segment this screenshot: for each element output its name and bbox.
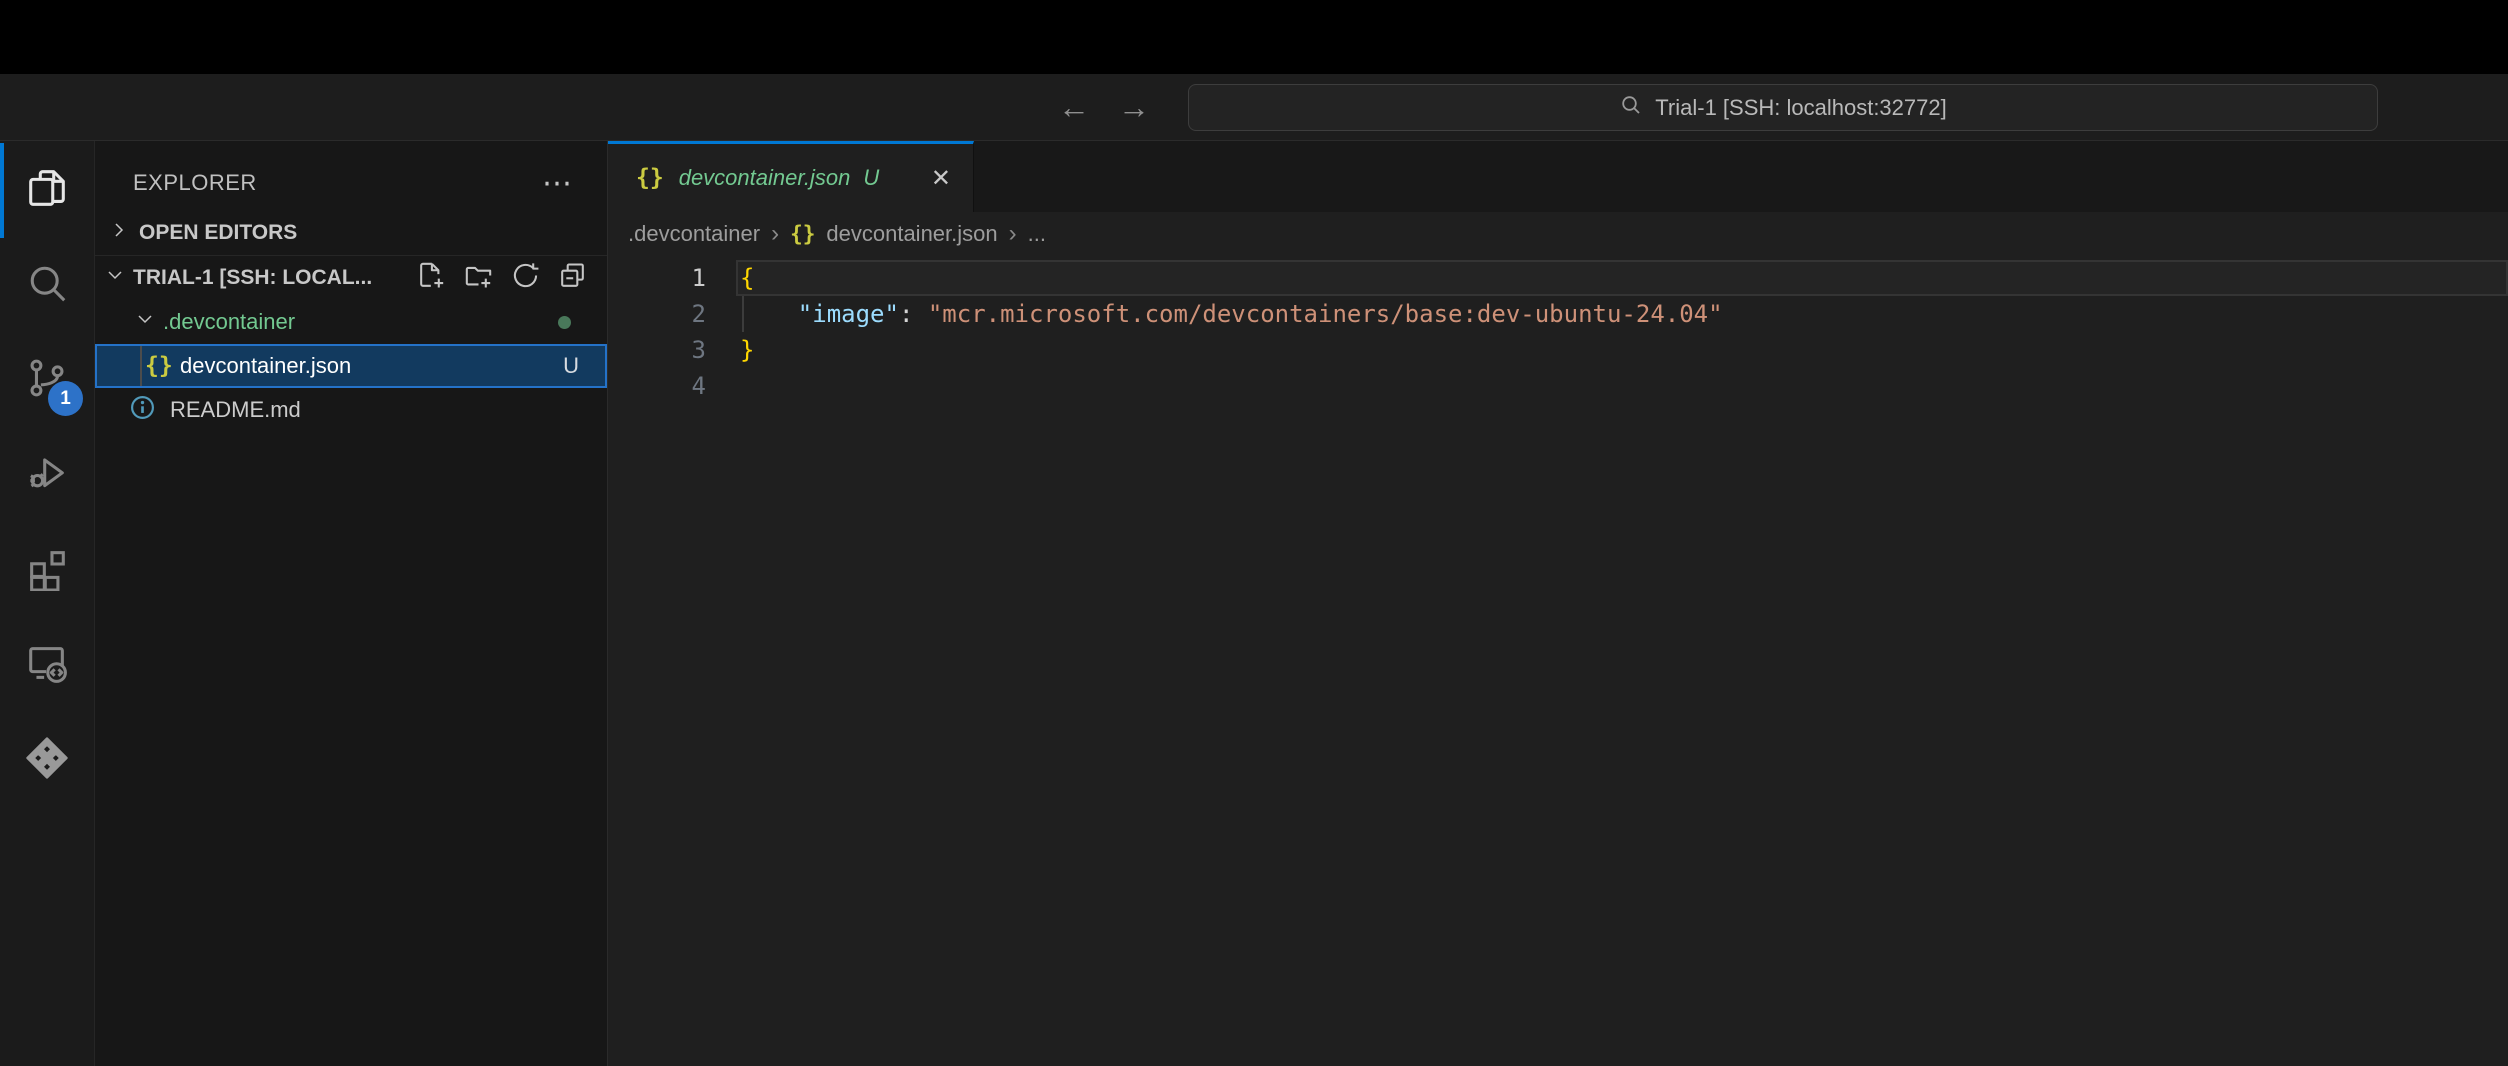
- window-title: Trial-1 [SSH: localhost:32772]: [1655, 95, 1946, 121]
- containers-icon: [24, 735, 70, 786]
- code-line: 1 {: [608, 260, 2508, 296]
- line-number: 1: [608, 260, 740, 296]
- extensions-icon: [24, 545, 70, 596]
- code-token: "mcr.microsoft.com/devcontainers/base:de…: [928, 300, 1723, 328]
- activity-run-debug-button[interactable]: [0, 428, 94, 523]
- activity-remote-explorer-button[interactable]: [0, 618, 94, 713]
- code-token: :: [899, 300, 928, 328]
- activity-extensions-button[interactable]: [0, 523, 94, 618]
- debug-icon: [24, 450, 70, 501]
- git-changes-dot: [558, 316, 571, 329]
- breadcrumb-symbol[interactable]: ...: [1028, 221, 1046, 247]
- chevron-separator-icon: ›: [1009, 220, 1017, 248]
- macos-top-bar: [0, 0, 2508, 74]
- vscode-window: ← → Trial-1 [SSH: localhost:32772]: [0, 0, 2508, 1066]
- tab-devcontainer-json[interactable]: {} devcontainer.json U ✕: [608, 141, 974, 212]
- tree-item-devcontainer-folder[interactable]: .devcontainer: [95, 300, 607, 344]
- code-token: }: [740, 336, 754, 364]
- explorer-sidebar: EXPLORER ⋯ OPEN EDITORS TRIAL-1 [SSH: LO…: [95, 141, 608, 1066]
- tree-indent-guide: [140, 346, 142, 386]
- tab-untracked-badge: U: [863, 165, 879, 191]
- chevron-down-icon: [133, 307, 157, 337]
- collapse-all-icon[interactable]: [556, 259, 589, 298]
- info-file-icon: [128, 393, 157, 428]
- title-bar: ← → Trial-1 [SSH: localhost:32772]: [0, 74, 2508, 141]
- file-label: README.md: [170, 397, 301, 423]
- breadcrumb: .devcontainer › {} devcontainer.json › .…: [608, 212, 2508, 256]
- code-editor[interactable]: 1 { 2 "image": "mcr.microsoft.com/devcon…: [608, 256, 2508, 1066]
- git-untracked-badge: U: [563, 353, 579, 379]
- open-editors-section[interactable]: OPEN EDITORS: [95, 211, 607, 256]
- line-number: 3: [608, 332, 740, 368]
- new-folder-icon[interactable]: [462, 259, 495, 298]
- close-icon[interactable]: ✕: [931, 164, 951, 193]
- open-editors-label: OPEN EDITORS: [139, 221, 297, 245]
- sidebar-title: EXPLORER: [133, 170, 257, 196]
- line-number: 4: [608, 368, 740, 404]
- breadcrumb-folder[interactable]: .devcontainer: [628, 221, 760, 247]
- new-file-icon[interactable]: [415, 259, 448, 298]
- chevron-separator-icon: ›: [771, 220, 779, 248]
- file-label: devcontainer.json: [180, 353, 351, 379]
- navigate-back-button[interactable]: ←: [1058, 91, 1090, 123]
- tree-item-devcontainer-json[interactable]: {} devcontainer.json U: [95, 344, 607, 388]
- search-icon: [24, 260, 70, 311]
- navigate-forward-button[interactable]: →: [1118, 91, 1150, 123]
- code-token: {: [740, 264, 754, 292]
- json-file-icon: {}: [636, 165, 664, 191]
- code-token: "image": [798, 300, 899, 328]
- command-center[interactable]: Trial-1 [SSH: localhost:32772]: [1188, 84, 2378, 131]
- workspace-section[interactable]: TRIAL-1 [SSH: LOCAL...: [95, 256, 607, 300]
- tab-bar: {} devcontainer.json U ✕: [608, 141, 2508, 212]
- tree-item-readme[interactable]: README.md: [95, 388, 607, 432]
- editor-group: {} devcontainer.json U ✕ .devcontainer ›…: [608, 141, 2508, 1066]
- file-tree: .devcontainer {} devcontainer.json U: [95, 300, 607, 432]
- json-file-icon: {}: [145, 353, 173, 379]
- code-line: 3 }: [608, 332, 2508, 368]
- more-actions-icon[interactable]: ⋯: [542, 176, 573, 191]
- workspace-label: TRIAL-1 [SSH: LOCAL...: [133, 266, 372, 290]
- activity-search-button[interactable]: [0, 238, 94, 333]
- source-control-badge: 1: [48, 381, 83, 416]
- activity-containers-button[interactable]: [0, 713, 94, 808]
- files-icon: [24, 165, 70, 216]
- chevron-right-icon: [107, 218, 131, 248]
- code-token: [740, 300, 798, 328]
- folder-label: .devcontainer: [163, 309, 295, 335]
- tab-label: devcontainer.json: [679, 165, 851, 191]
- remote-explorer-icon: [24, 640, 70, 691]
- refresh-icon[interactable]: [509, 259, 542, 298]
- chevron-down-icon: [103, 263, 127, 293]
- json-file-icon: {}: [790, 222, 815, 246]
- search-icon: [1619, 93, 1643, 122]
- code-line: 2 "image": "mcr.microsoft.com/devcontain…: [608, 296, 2508, 332]
- activity-bar: 1: [0, 141, 95, 1066]
- line-number: 2: [608, 296, 740, 332]
- breadcrumb-file[interactable]: devcontainer.json: [826, 221, 997, 247]
- active-view-indicator: [0, 143, 4, 238]
- code-line: 4: [608, 368, 2508, 404]
- activity-source-control-button[interactable]: 1: [0, 333, 94, 428]
- activity-explorer-button[interactable]: [0, 143, 94, 238]
